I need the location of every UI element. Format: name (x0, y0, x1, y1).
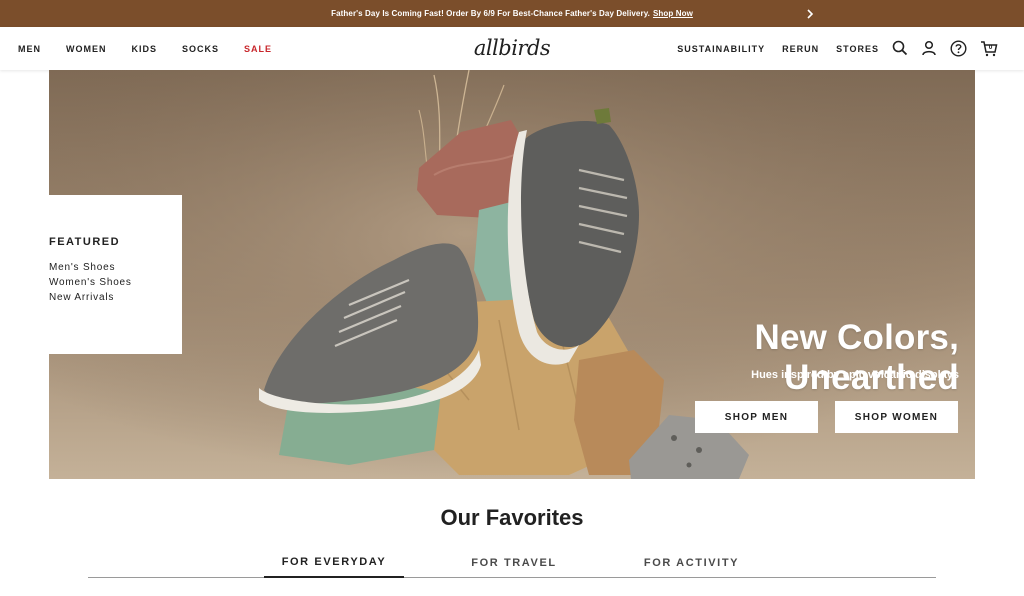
tab-for-travel[interactable]: FOR TRAVEL (444, 548, 584, 578)
help-icon[interactable] (948, 38, 968, 58)
favorites-tabs: FOR EVERYDAY FOR TRAVEL FOR ACTIVITY (88, 548, 936, 578)
cart-icon[interactable]: 0 (979, 38, 999, 58)
promo-message: Father's Day Is Coming Fast! Order By 6/… (331, 9, 650, 18)
nav-sustainability[interactable]: SUSTAINABILITY (677, 44, 765, 54)
featured-link-new-arrivals[interactable]: New Arrivals (49, 292, 182, 303)
primary-nav: MEN WOMEN KIDS SOCKS SALE (18, 27, 272, 70)
nav-socks[interactable]: SOCKS (182, 44, 219, 54)
hero-banner: FEATURED Men's Shoes Women's Shoes New A… (49, 70, 975, 479)
nav-stores[interactable]: STORES (836, 44, 879, 54)
nav-men[interactable]: MEN (18, 44, 41, 54)
account-icon[interactable] (919, 38, 939, 58)
hero-subheadline: Hues inspired by epic volcanic displays (751, 369, 959, 381)
featured-card: FEATURED Men's Shoes Women's Shoes New A… (49, 195, 182, 354)
site-header: MEN WOMEN KIDS SOCKS SALE allbirds SUSTA… (0, 27, 1024, 70)
promo-shop-now-link[interactable]: Shop Now (653, 9, 693, 18)
promo-bar: Father's Day Is Coming Fast! Order By 6/… (0, 0, 1024, 27)
nav-sale[interactable]: SALE (244, 44, 272, 54)
nav-kids[interactable]: KIDS (132, 44, 158, 54)
tab-for-activity[interactable]: FOR ACTIVITY (619, 548, 764, 578)
featured-link-mens-shoes[interactable]: Men's Shoes (49, 262, 182, 273)
allbirds-logo[interactable]: allbirds (470, 33, 554, 63)
nav-women[interactable]: WOMEN (66, 44, 107, 54)
secondary-nav: SUSTAINABILITY RERUN STORES (660, 27, 879, 70)
featured-title: FEATURED (49, 236, 121, 248)
hero-headline: New Colors, Unearthed (754, 318, 959, 397)
tab-for-everyday[interactable]: FOR EVERYDAY (264, 548, 404, 578)
favorites-title: Our Favorites (440, 505, 584, 530)
cart-count: 0 (989, 44, 993, 51)
shop-men-button[interactable]: SHOP MEN (695, 401, 818, 433)
search-icon[interactable] (890, 38, 910, 58)
featured-links: Men's Shoes Women's Shoes New Arrivals (49, 262, 182, 303)
featured-link-womens-shoes[interactable]: Women's Shoes (49, 277, 182, 288)
nav-rerun[interactable]: RERUN (782, 44, 819, 54)
shop-women-button[interactable]: SHOP WOMEN (835, 401, 958, 433)
chevron-right-icon[interactable] (803, 6, 817, 21)
